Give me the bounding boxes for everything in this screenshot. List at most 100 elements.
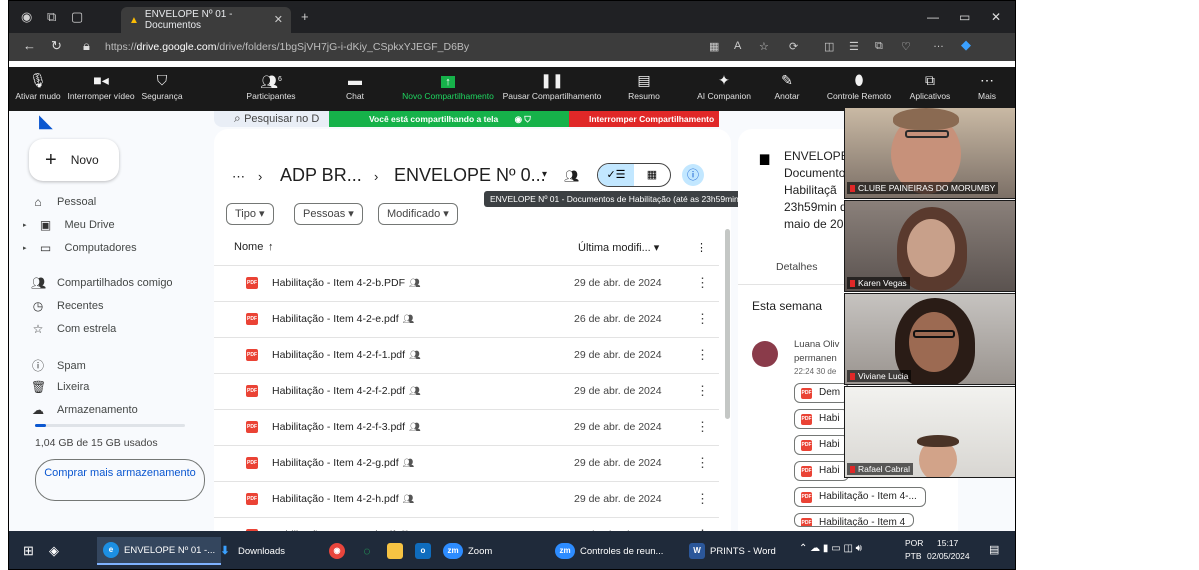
browser-tab[interactable]: ▲ ENVELOPE Nº 01 - Documentos ✕ xyxy=(121,7,291,33)
favorite-star-icon[interactable]: ☆ xyxy=(759,40,769,53)
breadcrumb-current[interactable]: ENVELOPE Nº 0... xyxy=(394,165,546,186)
activity-file-chip[interactable]: Dem xyxy=(794,383,850,403)
sidebar-item-armazenamento[interactable]: ☁︎ Armazenamento xyxy=(31,403,138,417)
sidebar-item-pessoal[interactable]: ⌂ Pessoal xyxy=(31,195,96,209)
table-row[interactable]: PDF Habilitação - Item 4-2-g.pdf 👥︎ 29 de a… xyxy=(214,445,719,481)
apps-grid-icon[interactable]: ▦ xyxy=(709,40,719,53)
mute-button[interactable]: 🎙︎ Ativar mudo xyxy=(9,69,67,101)
tab-actions-icon[interactable]: ▢ xyxy=(71,9,83,25)
column-modified[interactable]: Última modifi... ▾ xyxy=(578,241,659,254)
stop-share-button[interactable]: Interromper Compartilhamento xyxy=(569,111,719,127)
url-field[interactable]: https://drive.google.com/drive/folders/1… xyxy=(105,37,705,57)
file-name[interactable]: Habilitação - Item 4-2-e.pdf 👥︎ xyxy=(272,313,414,325)
video-tile[interactable]: Karen Vegas xyxy=(844,200,1015,292)
taskbar-browser[interactable]: e ENVELOPE Nº 01 -... xyxy=(97,537,222,565)
more-actions-icon[interactable]: ⋮ xyxy=(696,383,709,399)
security-button[interactable]: ⛉ Segurança xyxy=(135,69,189,101)
lock-icon[interactable]: 🔒︎ xyxy=(83,38,90,54)
view-toggle[interactable]: ✓☰ ▦ xyxy=(597,163,671,187)
dropdown-icon[interactable]: ▾ xyxy=(542,169,547,180)
refresh-icon[interactable]: ↻ xyxy=(51,38,62,54)
file-name[interactable]: Habilitação - Item 4-2-f-1.pdf 👥︎ xyxy=(272,349,421,361)
table-row[interactable]: PDF Habilitação - Item 4-2-f-1.pdf 👥︎ 29 de… xyxy=(214,337,719,373)
pause-share-button[interactable]: ❚❚ Pausar Compartilhamento xyxy=(499,69,605,101)
notifications-icon[interactable]: ▤ xyxy=(989,543,999,556)
activity-file-chip[interactable]: Habi xyxy=(794,461,849,481)
sidebar-item-lixeira[interactable]: 🗑︎ Lixeira xyxy=(31,380,89,394)
file-name[interactable]: Habilitação - Item 4-2-g.pdf 👥︎ xyxy=(272,457,414,469)
tray-icons[interactable]: ⌃ ☁ ▮ ▭ ◫ 🔊︎ xyxy=(799,543,862,554)
keyboard-layout[interactable]: PTB xyxy=(905,551,922,561)
profile-icon[interactable]: ◉ xyxy=(21,9,32,25)
copilot-icon[interactable]: ♡ xyxy=(901,40,911,53)
favorites-icon[interactable]: ☰ xyxy=(849,40,859,53)
clock-date[interactable]: 02/05/2024 xyxy=(927,551,970,561)
activity-file-chip[interactable]: Habi xyxy=(794,409,849,429)
edge-icon[interactable]: ◆ xyxy=(961,37,971,53)
close-tab-icon[interactable]: ✕ xyxy=(274,13,283,26)
filter-modified[interactable]: Modificado ▾ xyxy=(378,203,458,225)
stop-video-button[interactable]: ■◂ Interromper vídeo xyxy=(67,69,135,101)
chat-button[interactable]: ▬ Chat xyxy=(335,69,375,101)
ai-companion-button[interactable]: ✦ AI Companion xyxy=(689,69,759,101)
list-view-icon[interactable]: ✓☰ xyxy=(598,164,634,186)
info-button[interactable]: ⓘ xyxy=(682,164,704,186)
buy-storage-button[interactable]: Comprar mais armazenamento xyxy=(35,459,205,501)
sidebar-item-recentes[interactable]: ◷ Recentes xyxy=(31,299,104,313)
tab-details[interactable]: Detalhes xyxy=(776,261,817,273)
more-actions-icon[interactable]: ⋮ xyxy=(696,455,709,471)
summary-button[interactable]: ▤ Resumo xyxy=(619,69,669,101)
table-row[interactable]: PDF Habilitação - Item 4-2-h.pdf 👥︎ 29 de a… xyxy=(214,481,719,517)
table-row[interactable]: PDF Habilitação - Item 4-2-f-2.pdf 👥︎ 29 de… xyxy=(214,373,719,409)
sidebar-item-com-estrela[interactable]: ☆ Com estrela xyxy=(31,322,117,336)
filter-people[interactable]: Pessoas ▾ xyxy=(294,203,363,225)
restore-icon[interactable]: ▭ xyxy=(959,10,970,24)
whatsapp-icon[interactable]: ◌ xyxy=(359,543,375,559)
more-actions-icon[interactable]: ⋮ xyxy=(696,275,709,291)
minimize-icon[interactable]: — xyxy=(927,10,939,24)
sphere-app-icon[interactable]: ◈ xyxy=(49,543,59,559)
table-row[interactable]: PDF Habilitação - Item 4-2-e.pdf 👥︎ 26 de a… xyxy=(214,301,719,337)
file-name[interactable]: Habilitação - Item 4-2-h.pdf 👥︎ xyxy=(272,493,414,505)
more-actions-icon[interactable]: ⋮ xyxy=(696,311,709,327)
collections-icon[interactable]: ⧉ xyxy=(875,40,883,53)
table-row[interactable]: PDF Habilitação - Item 4-2-b.PDF 👥︎ 29 de a… xyxy=(214,265,719,301)
scrollbar[interactable] xyxy=(725,229,730,419)
file-name[interactable]: Habilitação - Item 4-2-f-2.pdf 👥︎ xyxy=(272,385,421,397)
taskbar-zoom-controls[interactable]: zm Controles de reun... xyxy=(555,543,663,559)
search-input[interactable]: ⌕ Pesquisar no D xyxy=(214,111,334,127)
grid-view-icon[interactable]: ▦ xyxy=(634,164,670,186)
file-name[interactable]: Habilitação - Item 4-2-b.PDF 👥︎ xyxy=(272,277,420,289)
read-aloud-icon[interactable]: A xyxy=(734,40,741,52)
windows-start-icon[interactable]: ⊞ xyxy=(23,543,34,559)
sidebar-item-meu-drive[interactable]: ▸ ▣ Meu Drive xyxy=(23,218,115,232)
chrome-icon[interactable]: ◉ xyxy=(329,543,345,559)
new-tab-icon[interactable]: + xyxy=(301,9,309,24)
taskbar-word[interactable]: W PRINTS - Word xyxy=(689,543,776,559)
breadcrumb-more-icon[interactable]: ⋯ xyxy=(232,169,245,185)
activity-file-chip[interactable]: Habilitação - Item 4-... xyxy=(794,487,926,507)
close-window-icon[interactable]: ✕ xyxy=(991,10,1001,24)
new-button[interactable]: + Novo xyxy=(29,139,119,181)
video-tile[interactable]: Viviane Lucia xyxy=(844,293,1015,385)
more-actions-icon[interactable]: ⋮ xyxy=(696,491,709,507)
sidebar-item-computadores[interactable]: ▸ ▭ Computadores xyxy=(23,241,137,255)
participants-button[interactable]: 👥︎6 Participantes xyxy=(239,69,303,101)
taskbar-zoom[interactable]: zm Zoom xyxy=(443,543,492,559)
breadcrumb-parent[interactable]: ADP BR... xyxy=(280,165,362,186)
sidebar-item-compartilhados[interactable]: 👥︎ Compartilhados comigo xyxy=(31,276,173,290)
video-tile[interactable]: CLUBE PAINEIRAS DO MORUMBY xyxy=(844,107,1015,199)
sort-arrow-icon[interactable]: ↑ xyxy=(268,241,274,253)
clock-time[interactable]: 15:17 xyxy=(937,538,958,548)
workspaces-icon[interactable]: ⧉ xyxy=(47,9,56,25)
language-indicator[interactable]: POR xyxy=(905,538,923,548)
outlook-icon[interactable]: o xyxy=(415,543,431,559)
new-share-button[interactable]: ↑ Novo Compartilhamento xyxy=(397,69,499,101)
sidebar-item-spam[interactable]: ⓘ Spam xyxy=(31,357,86,374)
video-tile[interactable]: Rafael Cabral xyxy=(844,386,1015,478)
back-icon[interactable]: ← xyxy=(23,38,36,53)
more-button[interactable]: ⋯ Mais xyxy=(967,69,1007,101)
split-screen-icon[interactable]: ◫ xyxy=(824,40,834,53)
annotate-button[interactable]: ✎ Anotar xyxy=(767,69,807,101)
more-actions-icon[interactable]: ⋮ xyxy=(696,347,709,363)
